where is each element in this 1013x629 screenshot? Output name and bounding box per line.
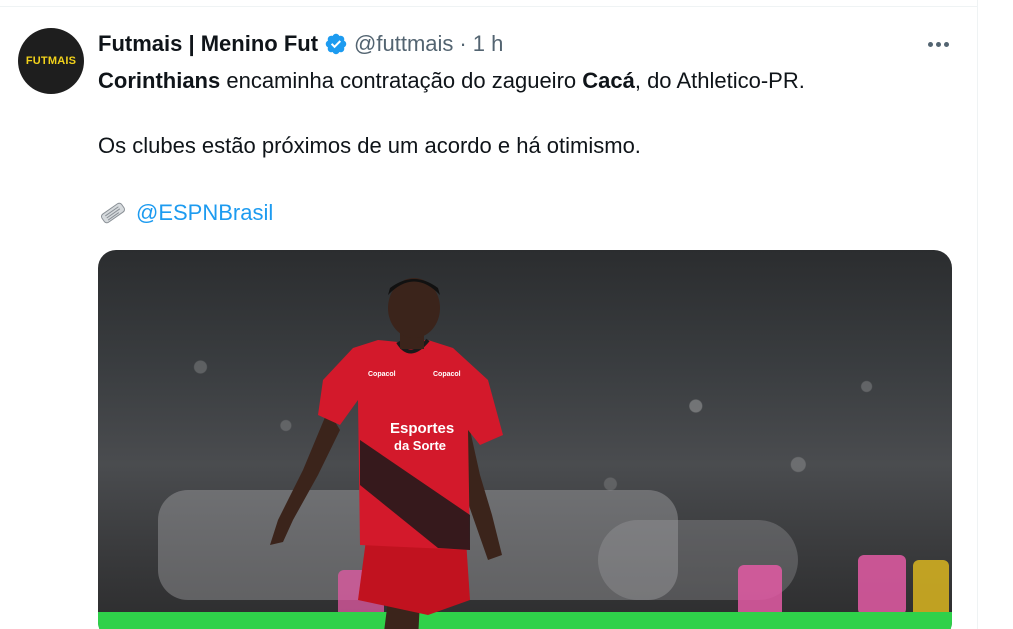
- text-segment: encaminha contratação do zagueiro: [220, 68, 583, 93]
- text-segment: , do Athletico-PR.: [634, 68, 805, 93]
- handle[interactable]: @futtmais: [354, 31, 453, 57]
- rolled-newspaper-icon: [100, 202, 126, 224]
- background-staff: [913, 560, 949, 620]
- mention-link[interactable]: @ESPNBrasil: [136, 199, 273, 227]
- separator-dot: ·: [459, 31, 467, 56]
- tweet[interactable]: FUTMAIS Futmais | Menino Fut @futtmais ·…: [0, 0, 978, 629]
- more-options-icon[interactable]: [922, 30, 954, 58]
- source-line: @ESPNBrasil: [98, 199, 273, 227]
- avatar-logo-text: FUTMAIS: [25, 55, 77, 67]
- shirt-sponsor-line-2: da Sorte: [394, 438, 446, 453]
- divider: [0, 6, 978, 7]
- tweet-text-line-1: Corinthians encaminha contratação do zag…: [98, 67, 805, 95]
- team-name: Corinthians: [98, 68, 221, 93]
- player-name: Cacá: [582, 68, 635, 93]
- sponsor-logo: Copacol: [368, 371, 396, 378]
- timestamp[interactable]: 1 h: [473, 31, 504, 57]
- display-name[interactable]: Futmais | Menino Fut: [98, 31, 318, 57]
- sponsor-logo: Copacol: [433, 371, 461, 378]
- tweet-media-image[interactable]: Copacol Copacol Esportes da Sorte: [98, 250, 952, 629]
- tweet-text-line-2: Os clubes estão próximos de um acordo e …: [98, 133, 641, 158]
- avatar[interactable]: FUTMAIS: [18, 28, 84, 94]
- background-staff: [858, 555, 906, 615]
- football-player: Copacol Copacol Esportes da Sorte: [270, 278, 503, 629]
- verified-badge-icon[interactable]: [324, 32, 348, 56]
- shirt-sponsor-line-1: Esportes: [390, 420, 454, 437]
- tweet-header: Futmais | Menino Fut @futtmais · 1 h: [98, 30, 503, 58]
